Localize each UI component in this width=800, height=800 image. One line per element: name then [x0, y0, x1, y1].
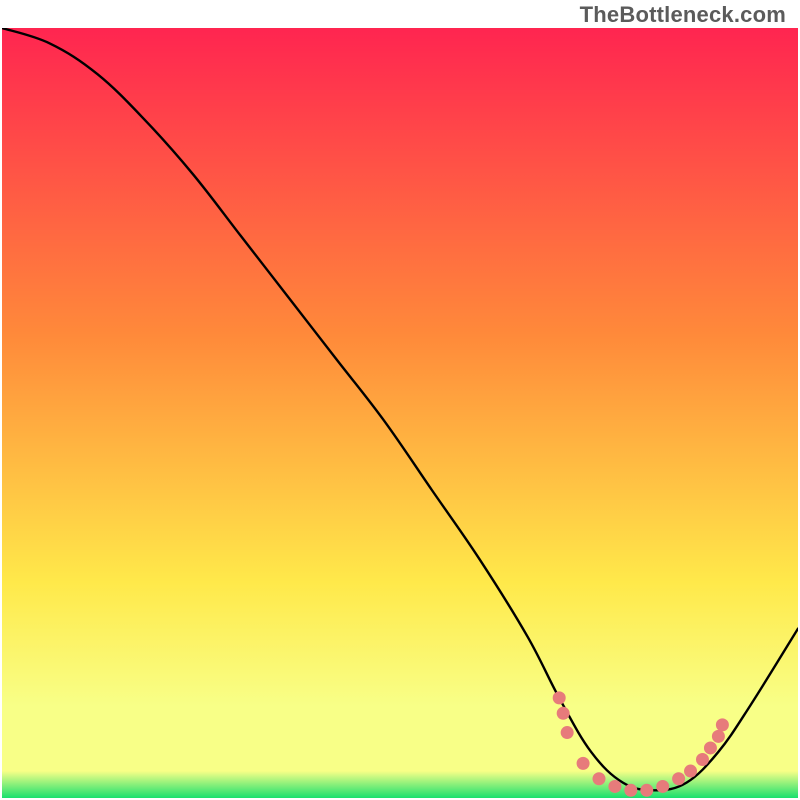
salmon-dot	[696, 753, 709, 766]
salmon-dot	[557, 707, 570, 720]
salmon-dot	[712, 730, 725, 743]
salmon-dot	[684, 765, 697, 778]
salmon-dot	[608, 780, 621, 793]
salmon-dot	[704, 741, 717, 754]
salmon-dot	[561, 726, 574, 739]
gradient-background	[2, 28, 798, 798]
chart-container: TheBottleneck.com	[0, 0, 800, 800]
salmon-dot	[593, 772, 606, 785]
salmon-dot	[640, 784, 653, 797]
salmon-dot	[577, 757, 590, 770]
chart-svg	[2, 28, 798, 798]
salmon-dot	[553, 691, 566, 704]
salmon-dot	[624, 784, 637, 797]
plot-area	[2, 28, 798, 798]
salmon-dot	[672, 772, 685, 785]
salmon-dot	[656, 780, 669, 793]
watermark-text: TheBottleneck.com	[580, 2, 786, 28]
salmon-dot	[716, 718, 729, 731]
